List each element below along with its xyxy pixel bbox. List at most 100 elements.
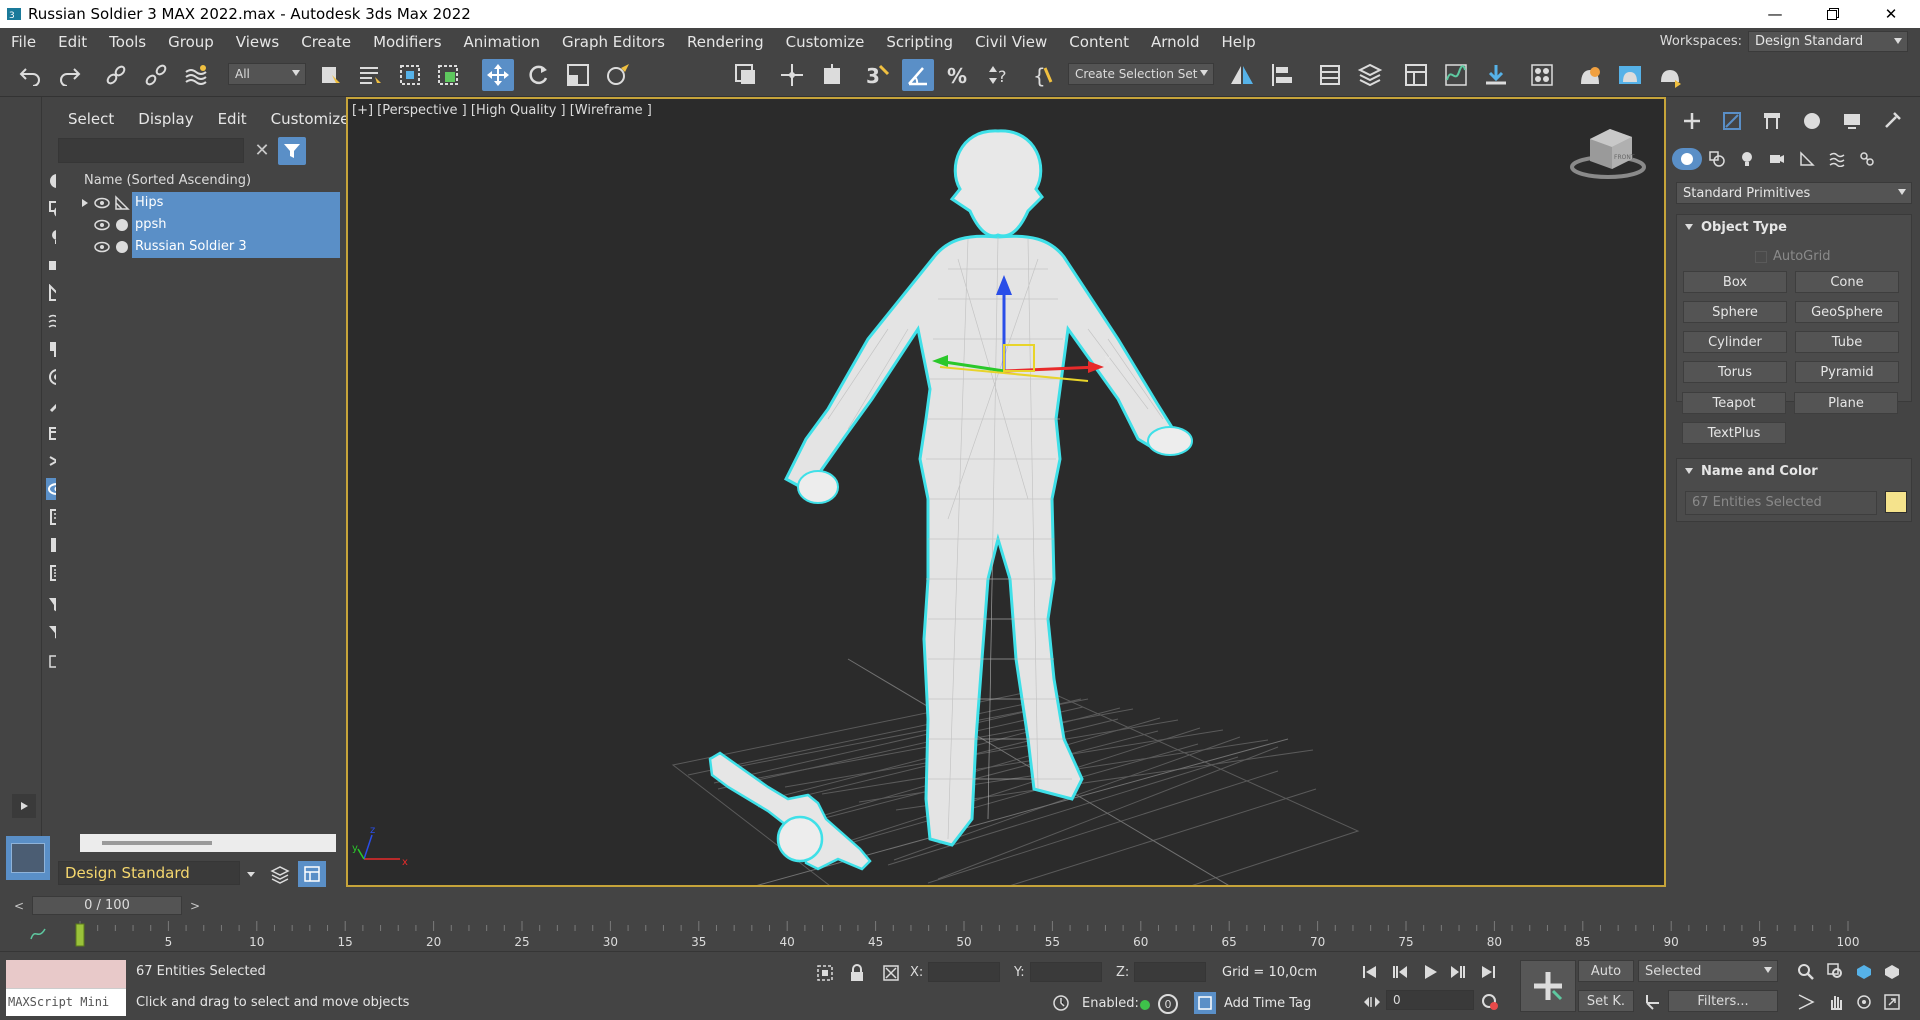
layers-icon[interactable] bbox=[266, 861, 294, 887]
workspaces-dropdown[interactable]: Design Standard bbox=[1748, 31, 1908, 52]
perspective-viewport[interactable]: [+] [Perspective ] [High Quality ] [Wire… bbox=[346, 97, 1666, 887]
y-coordinate-field[interactable] bbox=[1030, 962, 1102, 982]
filter-icon[interactable] bbox=[278, 137, 306, 165]
viewport-layout-thumbnail[interactable] bbox=[6, 836, 50, 880]
list-item[interactable]: Hips bbox=[78, 192, 340, 214]
scale-icon[interactable] bbox=[562, 59, 594, 91]
sphere-button[interactable]: Sphere bbox=[1683, 301, 1787, 323]
close-icon[interactable]: ✕ bbox=[1862, 0, 1920, 28]
play-icon[interactable] bbox=[1418, 960, 1442, 984]
set-key-button[interactable]: Set K. bbox=[1578, 990, 1634, 1012]
key-filter-dropdown[interactable]: Selected bbox=[1638, 960, 1778, 982]
shapes-category-icon[interactable] bbox=[1702, 148, 1732, 170]
geometry-category-icon[interactable] bbox=[1672, 148, 1702, 170]
field-of-view-icon[interactable] bbox=[1794, 990, 1818, 1014]
cylinder-button[interactable]: Cylinder bbox=[1683, 331, 1787, 353]
key-mode-icon[interactable] bbox=[1360, 990, 1384, 1014]
maxscript-input[interactable]: MAXScript Mini bbox=[6, 988, 126, 1016]
menu-content[interactable]: Content bbox=[1058, 33, 1140, 51]
menu-edit[interactable]: Edit bbox=[47, 33, 98, 51]
time-config-icon[interactable] bbox=[1478, 990, 1502, 1014]
systems-category-icon[interactable] bbox=[1852, 148, 1882, 170]
curve-editor-icon[interactable] bbox=[1440, 59, 1472, 91]
name-color-header[interactable]: Name and Color bbox=[1677, 459, 1911, 483]
modify-tab-icon[interactable] bbox=[1712, 108, 1752, 134]
lock-icon[interactable] bbox=[846, 962, 868, 984]
tab-select[interactable]: Select bbox=[56, 110, 126, 132]
move-icon[interactable] bbox=[482, 59, 514, 91]
chevron-left-icon[interactable]: < bbox=[10, 897, 28, 915]
edit-named-sets-icon[interactable]: { bbox=[1028, 59, 1060, 91]
primitive-category-dropdown[interactable]: Standard Primitives bbox=[1676, 182, 1912, 204]
absolute-mode-icon[interactable] bbox=[880, 962, 902, 984]
menu-animation[interactable]: Animation bbox=[453, 33, 551, 51]
list-item[interactable]: Russian Soldier 3 bbox=[78, 236, 340, 258]
link-icon[interactable] bbox=[100, 59, 132, 91]
rotate-icon[interactable] bbox=[522, 59, 554, 91]
minimize-icon[interactable]: — bbox=[1746, 0, 1804, 28]
material-editor-icon[interactable] bbox=[1526, 59, 1558, 91]
scene-explorer-icon[interactable] bbox=[1400, 59, 1432, 91]
counter-toggle[interactable]: 0 bbox=[1158, 994, 1178, 1014]
bind-spacewarp-icon[interactable] bbox=[180, 59, 212, 91]
expand-panel-icon[interactable] bbox=[12, 794, 36, 818]
clear-search-icon[interactable]: ✕ bbox=[252, 140, 272, 161]
scene-search-input[interactable] bbox=[58, 138, 244, 163]
eye-icon[interactable] bbox=[92, 214, 112, 236]
menu-civil-view[interactable]: Civil View bbox=[964, 33, 1058, 51]
maxscript-listener[interactable]: MAXScript Mini bbox=[6, 960, 126, 1016]
next-frame-icon[interactable] bbox=[1446, 960, 1470, 984]
eye-icon[interactable] bbox=[92, 236, 112, 258]
tube-button[interactable]: Tube bbox=[1795, 331, 1899, 353]
motion-tab-icon[interactable] bbox=[1792, 108, 1832, 134]
frame-ruler[interactable]: 5 10 15 20 25 30 35 40 45 50 55 60 65 70 75 80 85 90 95 100 bbox=[64, 919, 1864, 951]
explorer-workspace-field[interactable]: Design Standard bbox=[58, 861, 240, 885]
create-tab-icon[interactable] bbox=[1672, 108, 1712, 134]
window-crossing-icon[interactable] bbox=[432, 59, 464, 91]
box-button[interactable]: Box bbox=[1683, 271, 1787, 293]
maxscript-output[interactable] bbox=[6, 960, 126, 988]
schematic-view-icon[interactable] bbox=[1480, 59, 1512, 91]
menu-customize[interactable]: Customize bbox=[775, 33, 876, 51]
undo-icon[interactable] bbox=[14, 59, 46, 91]
goto-end-icon[interactable] bbox=[1476, 960, 1500, 984]
chevron-right-icon[interactable]: > bbox=[186, 897, 204, 915]
current-frame-field[interactable]: 0 bbox=[1386, 990, 1474, 1010]
horizontal-scrollbar[interactable] bbox=[80, 834, 336, 852]
menu-file[interactable]: File bbox=[0, 33, 47, 51]
hierarchy-icon[interactable] bbox=[298, 861, 326, 887]
z-coordinate-field[interactable] bbox=[1134, 962, 1206, 982]
menu-graph-editors[interactable]: Graph Editors bbox=[551, 33, 676, 51]
maximize-viewport-icon[interactable] bbox=[1880, 990, 1904, 1014]
restore-icon[interactable] bbox=[1804, 0, 1862, 28]
percent-snap-icon[interactable]: % bbox=[942, 59, 974, 91]
redo-icon[interactable] bbox=[54, 59, 86, 91]
menu-create[interactable]: Create bbox=[290, 33, 362, 51]
viewcube[interactable]: FRONT bbox=[1570, 129, 1646, 179]
expand-arrow-icon[interactable] bbox=[78, 192, 92, 214]
torus-button[interactable]: Torus bbox=[1683, 361, 1787, 383]
toggle-ribbon-icon[interactable] bbox=[1354, 59, 1386, 91]
select-object-icon[interactable] bbox=[314, 59, 346, 91]
rect-selection-icon[interactable] bbox=[394, 59, 426, 91]
spinner-snap-icon[interactable]: ? bbox=[982, 59, 1014, 91]
keyboard-shortcut-icon[interactable] bbox=[816, 59, 848, 91]
teapot-button[interactable]: Teapot bbox=[1682, 392, 1786, 414]
spacewarps-category-icon[interactable] bbox=[1822, 148, 1852, 170]
render-icon[interactable] bbox=[1654, 59, 1686, 91]
object-type-header[interactable]: Object Type bbox=[1677, 215, 1911, 239]
plane-button[interactable]: Plane bbox=[1794, 392, 1898, 414]
mirror-icon[interactable] bbox=[1226, 59, 1258, 91]
name-column-header[interactable]: Name (Sorted Ascending) bbox=[78, 170, 340, 192]
scrollbar-thumb[interactable] bbox=[102, 841, 212, 845]
time-slider-thumb[interactable]: 0 / 100 bbox=[32, 896, 182, 915]
tab-edit[interactable]: Edit bbox=[206, 110, 259, 132]
menu-rendering[interactable]: Rendering bbox=[676, 33, 775, 51]
track-bar[interactable]: 5 10 15 20 25 30 35 40 45 50 55 60 65 70 75 80 85 90 95 100 bbox=[0, 919, 1920, 951]
cone-button[interactable]: Cone bbox=[1795, 271, 1899, 293]
helpers-category-icon[interactable] bbox=[1792, 148, 1822, 170]
hierarchy-tab-icon[interactable] bbox=[1752, 108, 1792, 134]
lights-category-icon[interactable] bbox=[1732, 148, 1762, 170]
tab-display[interactable]: Display bbox=[126, 110, 205, 132]
menu-group[interactable]: Group bbox=[157, 33, 225, 51]
